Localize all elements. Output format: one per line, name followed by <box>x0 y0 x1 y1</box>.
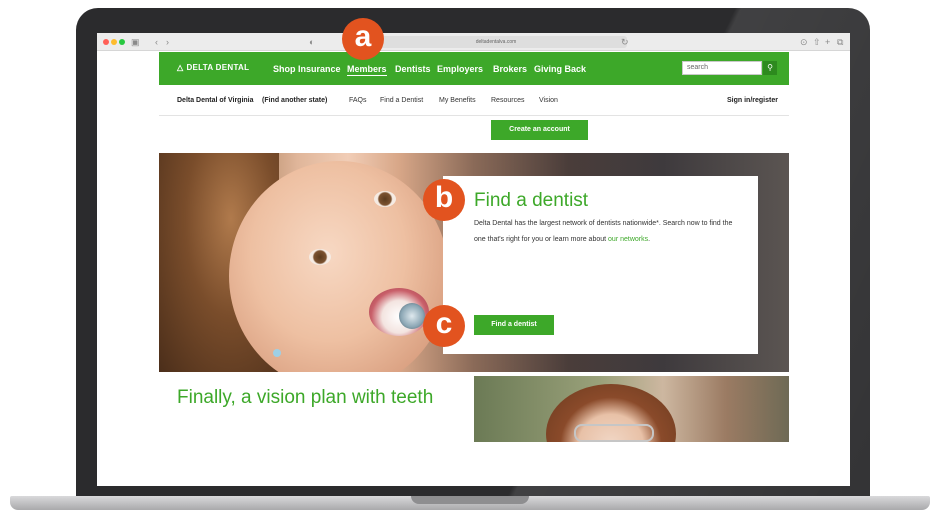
nav-members[interactable]: Members <box>347 64 387 76</box>
find-dentist-title: Find a dentist <box>474 190 589 211</box>
vision-photo <box>474 376 789 442</box>
share-icon[interactable]: ⇧ <box>813 36 821 48</box>
subnav-resources[interactable]: Resources <box>491 97 524 104</box>
annotation-c: c <box>423 305 465 347</box>
description-period: . <box>648 236 651 243</box>
annotation-b: b <box>423 179 465 221</box>
address-bar[interactable]: deltadentalva.com <box>365 36 627 48</box>
find-dentist-card: Find a dentist Delta Dental has the larg… <box>443 176 758 354</box>
search-input[interactable]: search <box>682 61 762 75</box>
subnav-vision[interactable]: Vision <box>539 97 558 104</box>
nav-dentists[interactable]: Dentists <box>395 64 431 74</box>
browser-toolbar: ▣ ‹ › ◐ deltadentalva.com ↻ ⊙ ⇧ + ⧉ <box>97 33 850 51</box>
search-button[interactable]: ⚲ <box>763 61 777 75</box>
description-text: Delta Dental has the largest network of … <box>474 220 733 243</box>
maximize-window-icon[interactable] <box>119 39 125 45</box>
find-another-state-link[interactable]: (Find another state) <box>262 97 327 104</box>
minimize-window-icon[interactable] <box>111 39 117 45</box>
secondary-nav: Delta Dental of Virginia (Find another s… <box>159 85 789 116</box>
privacy-shield-icon[interactable]: ◐ <box>309 36 314 48</box>
sign-in-link[interactable]: Sign in/register <box>727 97 778 104</box>
browser-window: ▣ ‹ › ◐ deltadentalva.com ↻ ⊙ ⇧ + ⧉ △ DEL… <box>97 33 850 486</box>
nav-shop-insurance[interactable]: Shop Insurance <box>273 64 341 74</box>
close-window-icon[interactable] <box>103 39 109 45</box>
logo-triangle-icon: △ <box>177 63 184 72</box>
reload-icon[interactable]: ↻ <box>621 36 629 48</box>
nav-employers[interactable]: Employers <box>437 64 483 74</box>
annotation-a: a <box>342 18 384 60</box>
create-account-button[interactable]: Create an account <box>491 120 588 140</box>
hero-photo-child <box>229 161 449 372</box>
laptop-notch <box>411 496 529 504</box>
vision-photo-glasses <box>574 424 654 442</box>
hero-photo-dental-mirror <box>399 303 425 329</box>
sidebar-toggle-icon[interactable]: ▣ <box>131 36 140 48</box>
our-networks-link[interactable]: our networks <box>608 236 648 243</box>
find-a-dentist-button[interactable]: Find a dentist <box>474 315 554 335</box>
nav-brokers[interactable]: Brokers <box>493 64 527 74</box>
hero-photo-eye <box>309 249 331 265</box>
subnav-my-benefits[interactable]: My Benefits <box>439 97 476 104</box>
tab-overview-icon[interactable]: ⧉ <box>837 36 843 48</box>
state-name: Delta Dental of Virginia <box>177 97 254 104</box>
subnav-find-a-dentist[interactable]: Find a Dentist <box>380 97 423 104</box>
vision-section-title: Finally, a vision plan with teeth <box>177 387 434 408</box>
download-icon[interactable]: ⊙ <box>800 36 808 48</box>
subnav-faqs[interactable]: FAQs <box>349 97 367 104</box>
forward-icon[interactable]: › <box>166 36 169 48</box>
hero-photo-eye <box>374 191 396 207</box>
search-icon: ⚲ <box>767 63 773 72</box>
hero-photo-earring <box>273 349 281 357</box>
delta-dental-logo[interactable]: △ DELTA DENTAL <box>177 63 249 72</box>
find-dentist-description: Delta Dental has the largest network of … <box>474 216 744 248</box>
primary-nav: △ DELTA DENTAL Shop Insurance Members Den… <box>159 52 789 85</box>
new-tab-icon[interactable]: + <box>825 36 830 48</box>
back-icon[interactable]: ‹ <box>155 36 158 48</box>
nav-giving-back[interactable]: Giving Back <box>534 64 586 74</box>
logo-text: DELTA DENTAL <box>186 63 250 72</box>
